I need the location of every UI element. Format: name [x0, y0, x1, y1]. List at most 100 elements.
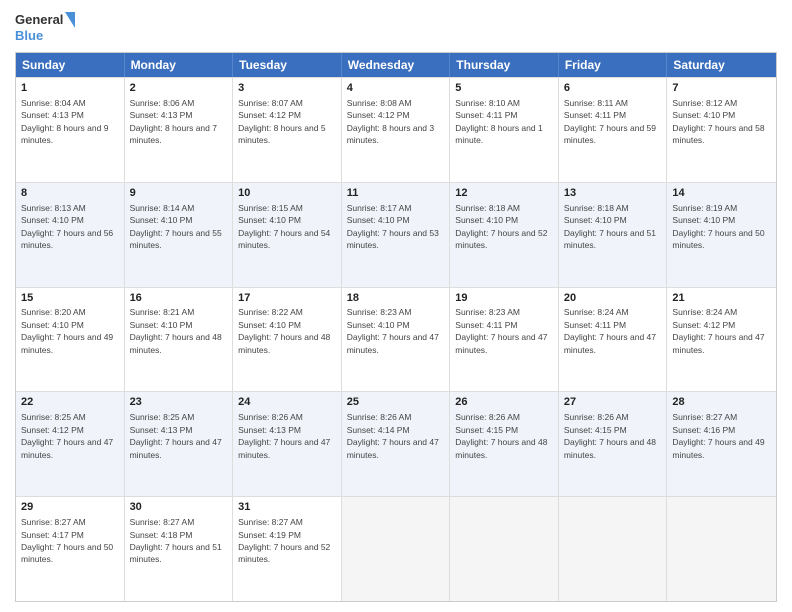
cell-text: Sunrise: 8:26 AMSunset: 4:14 PMDaylight:… — [347, 412, 439, 459]
cal-cell: 23 Sunrise: 8:25 AMSunset: 4:13 PMDayligh… — [125, 392, 234, 496]
cal-cell: 19Sunrise: 8:23 AMSunset: 4:11 PMDayligh… — [450, 288, 559, 392]
day-number: 21 — [672, 291, 771, 306]
cal-cell: 25 Sunrise: 8:26 AMSunset: 4:14 PMDayligh… — [342, 392, 451, 496]
cal-cell: 24Sunrise: 8:26 AMSunset: 4:13 PMDayligh… — [233, 392, 342, 496]
day-number: 23 — [130, 395, 228, 410]
cell-text: Sunrise: 8:27 AMSunset: 4:18 PMDaylight:… — [130, 517, 222, 564]
cell-text: Sunrise: 8:17 AMSunset: 4:10 PMDaylight:… — [347, 203, 439, 250]
cell-text: Sunrise: 8:23 AMSunset: 4:10 PMDaylight:… — [347, 307, 439, 354]
day-number: 22 — [21, 395, 119, 410]
cal-cell — [342, 497, 451, 601]
cell-text: Sunrise: 8:21 AMSunset: 4:10 PMDaylight:… — [130, 307, 222, 354]
cell-text: Sunrise: 8:14 AMSunset: 4:10 PMDaylight:… — [130, 203, 222, 250]
day-number: 6 — [564, 81, 662, 96]
day-number: 7 — [672, 81, 771, 96]
cell-text: Sunrise: 8:07 AMSunset: 4:12 PMDaylight:… — [238, 98, 325, 145]
cal-cell: 16Sunrise: 8:21 AMSunset: 4:10 PMDayligh… — [125, 288, 234, 392]
cal-cell: 21Sunrise: 8:24 AMSunset: 4:12 PMDayligh… — [667, 288, 776, 392]
day-number: 5 — [455, 81, 553, 96]
day-number: 17 — [238, 291, 336, 306]
header-cell-saturday: Saturday — [667, 53, 776, 77]
day-number: 28 — [672, 395, 771, 410]
cal-cell: 1 Sunrise: 8:04 AMSunset: 4:13 PMDaylight… — [16, 78, 125, 182]
cal-cell: 18Sunrise: 8:23 AMSunset: 4:10 PMDayligh… — [342, 288, 451, 392]
cal-cell: 26 Sunrise: 8:26 AMSunset: 4:15 PMDayligh… — [450, 392, 559, 496]
cal-row-0: 1 Sunrise: 8:04 AMSunset: 4:13 PMDaylight… — [16, 77, 776, 182]
day-number: 1 — [21, 81, 119, 96]
cell-text: Sunrise: 8:10 AMSunset: 4:11 PMDaylight:… — [455, 98, 542, 145]
day-number: 11 — [347, 186, 445, 201]
svg-text:General: General — [15, 12, 63, 27]
cal-cell: 8 Sunrise: 8:13 AMSunset: 4:10 PMDaylight… — [16, 183, 125, 287]
cell-text: Sunrise: 8:24 AMSunset: 4:12 PMDaylight:… — [672, 307, 764, 354]
cal-row-4: 29 Sunrise: 8:27 AMSunset: 4:17 PMDayligh… — [16, 496, 776, 601]
cell-text: Sunrise: 8:13 AMSunset: 4:10 PMDaylight:… — [21, 203, 113, 250]
calendar: SundayMondayTuesdayWednesdayThursdayFrid… — [15, 52, 777, 602]
day-number: 20 — [564, 291, 662, 306]
cell-text: Sunrise: 8:26 AMSunset: 4:15 PMDaylight:… — [564, 412, 656, 459]
day-number: 3 — [238, 81, 336, 96]
day-number: 19 — [455, 291, 553, 306]
cal-row-2: 15Sunrise: 8:20 AMSunset: 4:10 PMDayligh… — [16, 287, 776, 392]
header-cell-monday: Monday — [125, 53, 234, 77]
day-number: 14 — [672, 186, 771, 201]
cell-text: Sunrise: 8:18 AMSunset: 4:10 PMDaylight:… — [455, 203, 547, 250]
cal-cell: 4 Sunrise: 8:08 AMSunset: 4:12 PMDaylight… — [342, 78, 451, 182]
day-number: 30 — [130, 500, 228, 515]
cell-text: Sunrise: 8:08 AMSunset: 4:12 PMDaylight:… — [347, 98, 434, 145]
cal-cell: 15Sunrise: 8:20 AMSunset: 4:10 PMDayligh… — [16, 288, 125, 392]
day-number: 18 — [347, 291, 445, 306]
day-number: 12 — [455, 186, 553, 201]
cal-cell: 3 Sunrise: 8:07 AMSunset: 4:12 PMDaylight… — [233, 78, 342, 182]
logo: General Blue — [15, 10, 75, 46]
day-number: 13 — [564, 186, 662, 201]
day-number: 29 — [21, 500, 119, 515]
day-number: 26 — [455, 395, 553, 410]
day-number: 10 — [238, 186, 336, 201]
cal-cell: 31Sunrise: 8:27 AMSunset: 4:19 PMDayligh… — [233, 497, 342, 601]
cal-cell: 10 Sunrise: 8:15 AMSunset: 4:10 PMDayligh… — [233, 183, 342, 287]
cal-cell: 27 Sunrise: 8:26 AMSunset: 4:15 PMDayligh… — [559, 392, 668, 496]
cal-cell: 29 Sunrise: 8:27 AMSunset: 4:17 PMDayligh… — [16, 497, 125, 601]
cal-cell — [667, 497, 776, 601]
cal-cell: 5 Sunrise: 8:10 AMSunset: 4:11 PMDaylight… — [450, 78, 559, 182]
cal-cell: 12 Sunrise: 8:18 AMSunset: 4:10 PMDayligh… — [450, 183, 559, 287]
calendar-body: 1 Sunrise: 8:04 AMSunset: 4:13 PMDaylight… — [16, 77, 776, 601]
day-number: 25 — [347, 395, 445, 410]
calendar-header: SundayMondayTuesdayWednesdayThursdayFrid… — [16, 53, 776, 77]
cell-text: Sunrise: 8:24 AMSunset: 4:11 PMDaylight:… — [564, 307, 656, 354]
day-number: 24 — [238, 395, 336, 410]
cal-cell: 2Sunrise: 8:06 AMSunset: 4:13 PMDaylight… — [125, 78, 234, 182]
header-cell-tuesday: Tuesday — [233, 53, 342, 77]
header-cell-wednesday: Wednesday — [342, 53, 451, 77]
cal-cell: 30 Sunrise: 8:27 AMSunset: 4:18 PMDayligh… — [125, 497, 234, 601]
cal-cell: 17Sunrise: 8:22 AMSunset: 4:10 PMDayligh… — [233, 288, 342, 392]
cell-text: Sunrise: 8:18 AMSunset: 4:10 PMDaylight:… — [564, 203, 656, 250]
day-number: 8 — [21, 186, 119, 201]
cal-cell: 6 Sunrise: 8:11 AMSunset: 4:11 PMDaylight… — [559, 78, 668, 182]
cell-text: Sunrise: 8:27 AMSunset: 4:17 PMDaylight:… — [21, 517, 113, 564]
header: General Blue — [15, 10, 777, 46]
cal-row-3: 22Sunrise: 8:25 AMSunset: 4:12 PMDayligh… — [16, 391, 776, 496]
day-number: 4 — [347, 81, 445, 96]
cell-text: Sunrise: 8:15 AMSunset: 4:10 PMDaylight:… — [238, 203, 330, 250]
cell-text: Sunrise: 8:19 AMSunset: 4:10 PMDaylight:… — [672, 203, 764, 250]
cell-text: Sunrise: 8:04 AMSunset: 4:13 PMDaylight:… — [21, 98, 108, 145]
logo-svg: General Blue — [15, 10, 75, 46]
day-number: 9 — [130, 186, 228, 201]
cell-text: Sunrise: 8:26 AMSunset: 4:15 PMDaylight:… — [455, 412, 547, 459]
header-cell-thursday: Thursday — [450, 53, 559, 77]
cal-cell: 11 Sunrise: 8:17 AMSunset: 4:10 PMDayligh… — [342, 183, 451, 287]
day-number: 15 — [21, 291, 119, 306]
cell-text: Sunrise: 8:25 AMSunset: 4:13 PMDaylight:… — [130, 412, 222, 459]
day-number: 27 — [564, 395, 662, 410]
cell-text: Sunrise: 8:23 AMSunset: 4:11 PMDaylight:… — [455, 307, 547, 354]
day-number: 16 — [130, 291, 228, 306]
cal-cell: 28 Sunrise: 8:27 AMSunset: 4:16 PMDayligh… — [667, 392, 776, 496]
cell-text: Sunrise: 8:11 AMSunset: 4:11 PMDaylight:… — [564, 98, 656, 145]
cal-cell: 7Sunrise: 8:12 AMSunset: 4:10 PMDaylight… — [667, 78, 776, 182]
cell-text: Sunrise: 8:27 AMSunset: 4:19 PMDaylight:… — [238, 517, 330, 564]
cell-text: Sunrise: 8:27 AMSunset: 4:16 PMDaylight:… — [672, 412, 764, 459]
header-cell-friday: Friday — [559, 53, 668, 77]
svg-text:Blue: Blue — [15, 28, 43, 43]
